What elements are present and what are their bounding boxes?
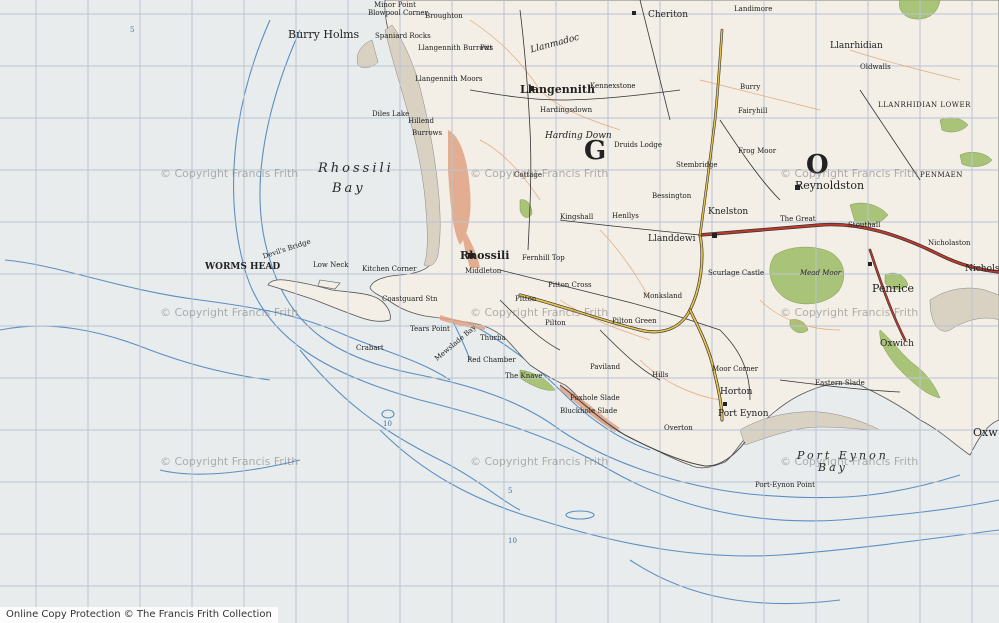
- watermark: © Copyright Francis Frith: [160, 455, 299, 468]
- label-landimore: Landimore: [734, 5, 773, 13]
- label-fairyhill: Fairyhill: [738, 107, 768, 115]
- label-llanrhidian: Llanrhidian: [830, 41, 883, 51]
- label-port-eynon: Port Eynon: [718, 409, 769, 419]
- label-llanrhidian-lower: LLANRHIDIAN LOWER: [878, 101, 971, 109]
- label-bay: Bay: [332, 181, 366, 196]
- label-hardingsdown: Hardingsdown: [540, 106, 593, 114]
- label-stouthall: Stouthall: [848, 221, 881, 229]
- watermark: © Copyright Francis Frith: [160, 306, 299, 319]
- label-penmaen: PENMAEN: [920, 171, 963, 179]
- label-worms-head: WORMS HEAD: [205, 262, 281, 272]
- label-fernhill-top: Fernhill Top: [522, 254, 565, 262]
- label-eastern-slade: Eastern Slade: [815, 379, 865, 387]
- label-diles-lake: Diles Lake: [372, 110, 410, 118]
- watermark: © Copyright Francis Frith: [780, 306, 919, 319]
- label-druids-lodge: Druids Lodge: [614, 141, 662, 149]
- label-kingshall: Kingshall: [560, 213, 594, 221]
- label-crabart: Crabart: [356, 344, 384, 352]
- label-pilton-green: Pilton Green: [612, 317, 657, 325]
- label-oxwich: Oxwich: [880, 339, 914, 349]
- label-pilton: Pilton: [545, 319, 566, 327]
- label-reynoldston: Reynoldston: [795, 179, 865, 192]
- label-llanddewi: Llanddewi: [648, 234, 696, 244]
- label-minor-point: Minor Point: [374, 1, 416, 9]
- label-hills: Hills: [652, 371, 669, 379]
- label-moor-corner: Moor Corner: [712, 365, 759, 373]
- label-cheriton: Cheriton: [648, 10, 689, 20]
- label-monksland: Monksland: [643, 292, 683, 300]
- label-nicholaston: Nicholaston: [928, 239, 971, 247]
- label-frog-moor: Frog Moor: [738, 147, 777, 155]
- label-oxw: Oxw: [973, 426, 998, 439]
- label-rhossili: Rhossili: [460, 249, 510, 262]
- label-llangennith-moors: Llangennith Moors: [415, 75, 483, 83]
- copyright-credit: Online Copy Protection © The Francis Fri…: [0, 607, 278, 623]
- label-the-great: The Great: [780, 215, 816, 223]
- label-bessington: Bessington: [652, 192, 692, 200]
- label-kitchen-corner: Kitchen Corner: [362, 265, 417, 273]
- depth-number: 5: [508, 487, 512, 495]
- label-big-g: G: [584, 136, 607, 166]
- depth-number: 5: [130, 26, 134, 34]
- label-paviland: Paviland: [590, 363, 621, 371]
- label-nichols: Nichols: [965, 264, 999, 274]
- label-burrows: Burrows: [412, 129, 443, 137]
- label-pitton-cross: Pitton Cross: [548, 281, 592, 289]
- label-red-chamber: Red Chamber: [467, 356, 516, 364]
- label-burry-holms: Burry Holms: [288, 28, 360, 41]
- watermark: © Copyright Francis Frith: [780, 167, 919, 180]
- watermark: © Copyright Francis Frith: [470, 455, 609, 468]
- label-spaniard: Spaniard Rocks: [375, 32, 431, 40]
- label-the-knave: The Knave: [505, 372, 543, 380]
- label-hillend: Hillend: [408, 117, 434, 125]
- label-mead-moor: Mead Moor: [800, 269, 842, 277]
- label-burry: Burry: [740, 83, 761, 91]
- label-low-neck: Low Neck: [313, 261, 349, 269]
- label-thurba: Thurba: [480, 334, 506, 342]
- label-scurlage: Scurlage Castle: [708, 269, 765, 277]
- watermark: © Copyright Francis Frith: [160, 167, 299, 180]
- label-bluckhole: Bluckhole Slade: [560, 407, 618, 415]
- label-middleton: Middleton: [465, 267, 502, 275]
- label-horton: Horton: [720, 387, 753, 397]
- label-llangennith: Llangennith: [520, 83, 595, 96]
- label-broughton: Broughton: [425, 12, 463, 20]
- label-foxhole: Foxhole Slade: [570, 394, 620, 402]
- depth-number: 10: [508, 537, 517, 545]
- label-rhossili-bay: Rhossili: [318, 161, 394, 176]
- label-kennexstone: Kennexstone: [590, 82, 636, 90]
- label-knelston: Knelston: [708, 207, 749, 217]
- label-stembridge: Stembridge: [676, 161, 718, 169]
- label-port-eynon-point: Port-Eynon Point: [755, 481, 815, 489]
- label-pitton: Pitton: [515, 295, 537, 303]
- watermark: © Copyright Francis Frith: [780, 455, 919, 468]
- label-coastguard: Coastguard Stn: [382, 295, 438, 303]
- label-penrice: Penrice: [872, 282, 914, 295]
- label-oldwalls: Oldwalls: [860, 63, 891, 71]
- watermark: © Copyright Francis Frith: [470, 306, 609, 319]
- watermark: © Copyright Francis Frith: [470, 167, 609, 180]
- label-tears-point: Tears Point: [410, 325, 450, 333]
- map-view[interactable]: 5 10 5 10 Burry Holms Minor Point Blowpo…: [0, 0, 999, 623]
- label-blowpool: Blowpool Corner: [368, 9, 428, 17]
- label-overton: Overton: [664, 424, 693, 432]
- label-henllys: Henllys: [612, 212, 639, 220]
- depth-number: 10: [383, 420, 392, 428]
- label-pitt: Pitt: [480, 44, 493, 52]
